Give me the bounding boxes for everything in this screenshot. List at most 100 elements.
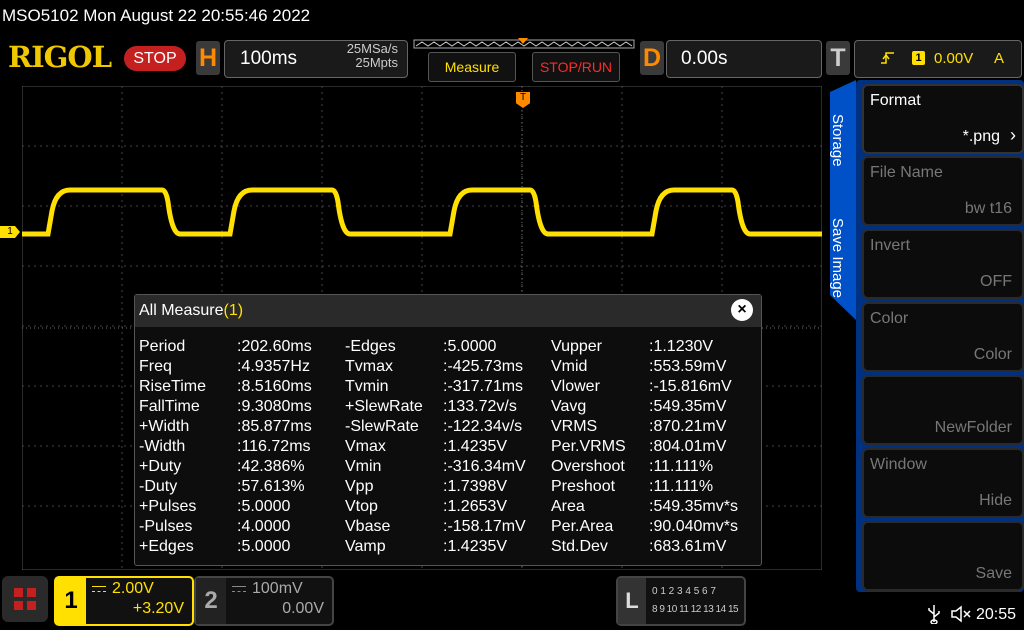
side-item-color[interactable]: Color Color — [862, 302, 1024, 372]
measure-values-col2: :5.0000 :-425.73ms :-317.71ms :133.72v/s :-1… — [443, 337, 526, 557]
rigol-logo: RIGOL — [8, 40, 112, 74]
measure-values-col3-entry: :1.1230V — [649, 338, 714, 355]
measure-names-col3-entry: Std.Dev — [551, 538, 608, 555]
tab-storage[interactable]: Storage — [829, 114, 846, 167]
system-clock: 20:55 — [976, 606, 1017, 623]
side-item-value: *.png — [962, 128, 1000, 145]
side-item-file-name[interactable]: File Name bw t16 — [862, 156, 1024, 226]
measure-values-col3-entry: :-15.816mV — [649, 378, 732, 395]
measure-names-col1-entry: Period — [139, 338, 186, 355]
measure-values-col1-entry: :4.9357Hz — [237, 358, 310, 375]
side-item-label: Window — [870, 456, 927, 473]
side-item-format[interactable]: Format *.png › — [862, 84, 1024, 154]
measure-names-col1-entry: +Width — [139, 418, 190, 435]
measure-names-col2-entry: Tvmax — [345, 358, 393, 375]
measure-names-col1-entry: +Duty — [139, 458, 182, 475]
ch1-number: 1 — [56, 578, 86, 624]
measure-names-col1-entry: -Pulses — [139, 518, 193, 535]
ch1-offset-marker[interactable]: 1 — [0, 226, 20, 238]
measure-values-col1-entry: :57.613% — [237, 478, 305, 495]
measure-names-col1: Period Freq RiseTime FallTime +Width -Width +D… — [139, 337, 206, 557]
delay-label[interactable]: D — [640, 41, 664, 75]
timebase-value: 100ms — [240, 48, 298, 69]
measure-names-col2-entry: Vtop — [345, 498, 378, 515]
measure-values-col3: :1.1230V:553.59mV:-15.816mV:549.35mV:870… — [649, 337, 738, 557]
trigger-label[interactable]: T — [826, 41, 850, 75]
measure-values-col1-entry: :4.0000 — [237, 518, 291, 535]
measure-values-col2-entry: :-316.34mV — [443, 458, 526, 475]
measure-names-col2-entry: Vamp — [345, 538, 386, 555]
measure-names-col3-entry: Vavg — [551, 398, 587, 415]
measure-names-col3-entry: Preshoot — [551, 478, 616, 495]
tab-save-image[interactable]: Save Image — [829, 218, 846, 298]
home-button[interactable] — [2, 576, 48, 622]
delay-value: 0.00s — [681, 48, 728, 69]
measure-names-col3-entry: Area — [551, 498, 585, 515]
close-icon[interactable]: × — [731, 299, 753, 321]
measure-values-col1-entry: :9.3080ms — [237, 398, 312, 415]
measure-values-col1-entry: :8.5160ms — [237, 378, 312, 395]
measure-names-col2-entry: Vpp — [345, 478, 374, 495]
measure-values-col3-entry: :11.111% — [649, 478, 714, 495]
side-item-value: Color — [973, 346, 1012, 363]
measure-button[interactable]: Measure — [428, 52, 516, 82]
panel-title: All Measure(1) — [139, 302, 244, 319]
measure-names-col2-entry: Tvmin — [345, 378, 389, 395]
measure-names-col1-entry: Freq — [139, 358, 172, 375]
measure-values-col1-entry: :116.72ms — [237, 438, 311, 455]
measure-values-col3-entry: :549.35mv*s — [649, 498, 738, 515]
horizontal-label[interactable]: H — [196, 41, 220, 75]
measure-names-col3-entry: Vmid — [551, 358, 588, 375]
side-item-label: Format — [870, 92, 921, 109]
measure-values-col3-entry: :683.61mV — [649, 538, 727, 555]
measure-names-col3-entry: Vlower — [551, 378, 600, 395]
side-item-window[interactable]: Window Hide — [862, 448, 1024, 518]
speaker-muted-icon[interactable] — [950, 605, 972, 623]
side-item-label: File Name — [870, 164, 943, 181]
measure-names-col1-entry: +Pulses — [139, 498, 197, 515]
logic-analyzer-settings[interactable]: L 0 1 2 3 4 5 6 7 8 9 10 11 12 13 14 15 — [616, 576, 746, 626]
sample-rate: 25MSa/s — [346, 41, 398, 56]
measure-names-col3: Vupper Vmid Vlower Vavg VRMS Per.VRMS Overshoo… — [551, 337, 626, 557]
measure-values-col3-entry: :804.01mV — [649, 438, 727, 455]
measure-values-col2-entry: :-158.17mV — [443, 518, 526, 535]
ch1-scale: 2.00V — [112, 580, 154, 597]
rising-edge-icon — [881, 52, 894, 64]
side-item-invert[interactable]: Invert OFF — [862, 229, 1024, 299]
side-item-value: Hide — [979, 492, 1012, 509]
side-item-value: NewFolder — [934, 419, 1012, 436]
panel-channel-count: (1) — [223, 302, 244, 319]
measure-values-col2-entry: :1.4235V — [443, 438, 508, 455]
measure-names-col2-entry: -SlewRate — [345, 418, 419, 435]
side-item-value: bw t16 — [964, 200, 1012, 217]
measure-names-col2-entry: Vmax — [345, 438, 386, 455]
measure-values-col3-entry: :90.040mv*s — [649, 518, 738, 535]
stop-run-button[interactable]: STOP/RUN — [532, 52, 620, 82]
measure-values-col1-entry: :5.0000 — [237, 538, 291, 555]
side-menu: Format *.png › File Name bw t16 Invert O… — [856, 80, 1024, 592]
ch2-settings[interactable]: 2 100mV 0.00V — [194, 576, 334, 626]
window-title: MSO5102 Mon August 22 20:55:46 2022 — [2, 6, 311, 25]
measure-values-col1: :202.60ms:4.9357Hz:8.5160ms:9.3080ms:85.… — [237, 337, 312, 557]
side-item-save[interactable]: Save — [862, 521, 1024, 591]
ch1-settings[interactable]: 1 2.00V +3.20V — [54, 576, 194, 626]
all-measure-panel: All Measure(1) × Period Freq RiseTime FallT… — [134, 294, 762, 566]
measure-values-col2-entry: :-425.73ms — [443, 358, 524, 375]
ch2-scale: 100mV — [252, 580, 303, 597]
panel-header: All Measure(1) × — [135, 295, 761, 327]
measure-values-col2-entry: :1.4235V — [443, 538, 508, 555]
ch2-number: 2 — [196, 578, 226, 624]
measure-names-col3-entry: VRMS — [551, 418, 598, 435]
measure-values-col3-entry: :870.21mV — [649, 418, 727, 435]
run-state-badge[interactable]: STOP — [124, 46, 186, 71]
measure-values-col2-entry: :-317.71ms — [443, 378, 524, 395]
measure-names-col3-entry: Per.VRMS — [551, 438, 626, 455]
dc-coupling-icon — [232, 586, 246, 592]
side-item-label: Invert — [870, 237, 911, 254]
side-item-new-folder[interactable]: NewFolder — [862, 375, 1024, 445]
measure-values-col2-entry: :133.72v/s — [443, 398, 517, 415]
measure-names-col2-entry: +SlewRate — [345, 398, 423, 415]
measure-values-col2-entry: :5.0000 — [443, 338, 497, 355]
measure-values-col1-entry: :202.60ms — [237, 338, 312, 355]
side-item-value: Save — [975, 565, 1012, 582]
